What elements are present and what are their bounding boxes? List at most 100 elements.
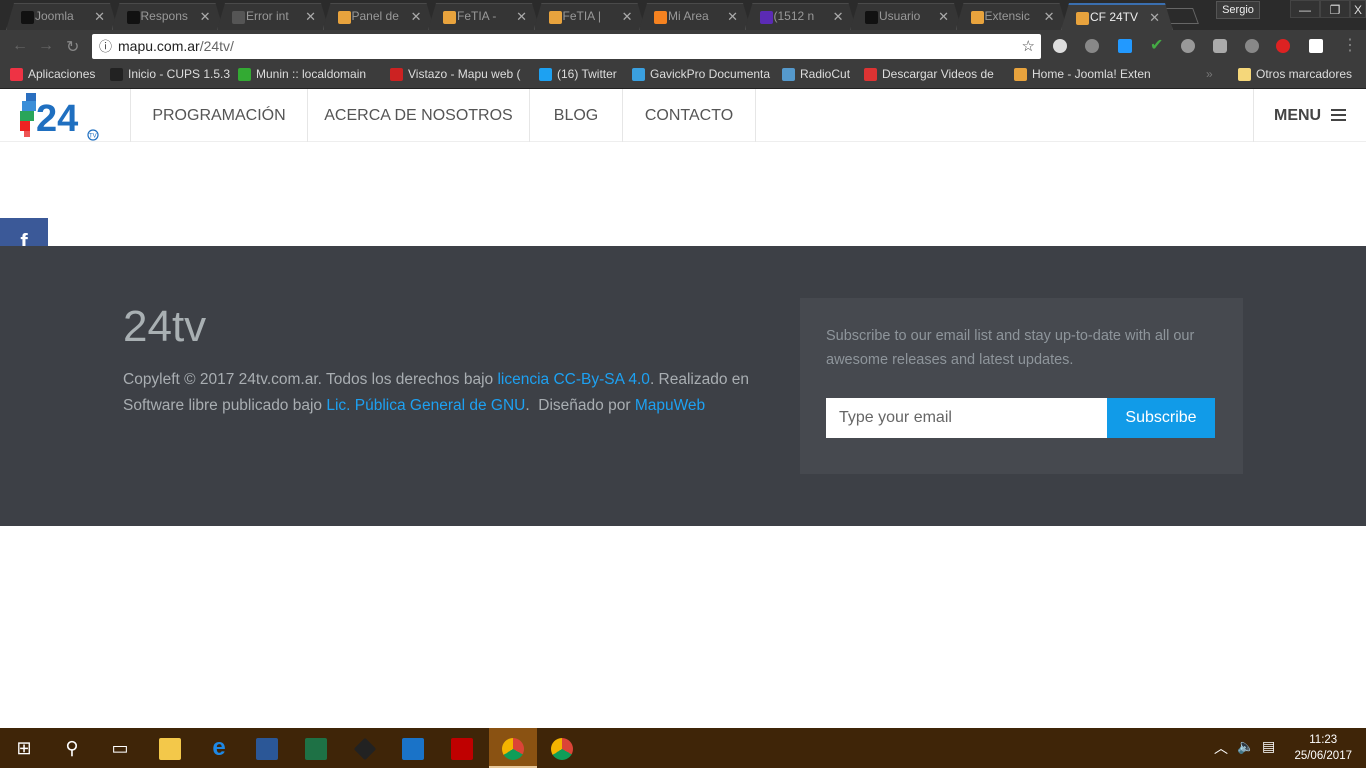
browser-tab[interactable]: FeTIA - ✕ bbox=[428, 3, 540, 30]
bookmark-item[interactable]: GavickPro Documenta bbox=[632, 67, 770, 81]
start-button[interactable]: ⊞ bbox=[0, 728, 48, 768]
url-host: mapu.com.ar bbox=[118, 38, 200, 54]
menu-item-programacion[interactable]: PROGRAMACIÓN bbox=[130, 89, 307, 142]
date: 25/06/2017 bbox=[1294, 750, 1352, 762]
pinterest-icon[interactable] bbox=[1276, 39, 1290, 53]
taskbar-chrome[interactable] bbox=[489, 728, 537, 768]
clock[interactable]: 11:23 25/06/2017 bbox=[1294, 732, 1352, 764]
profile-button[interactable]: Sergio bbox=[1216, 1, 1260, 19]
bookmark-star-icon[interactable]: ☆ bbox=[1022, 34, 1035, 59]
bookmarks-overflow[interactable]: » bbox=[1206, 67, 1213, 81]
back-icon[interactable]: ← bbox=[12, 37, 28, 55]
browser-toolbar: ← → ↻ ⓘ mapu.com.ar/24tv/ ☆ ✔ ⋮ bbox=[0, 30, 1366, 62]
menu-item-blog[interactable]: BLOG bbox=[529, 89, 622, 142]
taskbar-excel[interactable] bbox=[292, 728, 340, 768]
browser-tab[interactable]: Respons ✕ bbox=[112, 3, 224, 30]
bookmark-item[interactable]: Descargar Videos de bbox=[864, 67, 994, 81]
task-view-button[interactable]: ▭ bbox=[96, 728, 144, 768]
browser-tab[interactable]: Mi Area ✕ bbox=[639, 3, 751, 30]
close-tab-icon[interactable]: ✕ bbox=[305, 4, 316, 29]
subscribe-button[interactable]: Subscribe bbox=[1107, 398, 1215, 438]
site-logo[interactable]: 24 TV bbox=[18, 91, 102, 141]
bookmark-item[interactable]: Vistazo - Mapu web ( bbox=[390, 67, 521, 81]
close-tab-icon[interactable]: ✕ bbox=[938, 4, 949, 29]
close-tab-icon[interactable]: ✕ bbox=[622, 4, 633, 29]
joomla-dark-icon bbox=[127, 11, 140, 24]
close-tab-icon[interactable]: ✕ bbox=[94, 4, 105, 29]
forward-icon[interactable]: → bbox=[38, 37, 54, 55]
taskbar-photoshop[interactable] bbox=[389, 728, 437, 768]
browser-tab[interactable]: Joomla ✕ bbox=[6, 3, 118, 30]
tray-chevron-icon[interactable]: ︿ bbox=[1214, 738, 1228, 758]
reload-icon[interactable]: ↻ bbox=[66, 37, 79, 57]
close-tab-icon[interactable]: ✕ bbox=[727, 4, 738, 29]
other-bookmarks[interactable]: Otros marcadores bbox=[1238, 67, 1352, 81]
browser-tab[interactable]: (1512 n ✕ bbox=[745, 3, 857, 30]
browser-tab[interactable]: Extensic ✕ bbox=[956, 3, 1068, 30]
close-tab-icon[interactable]: ✕ bbox=[200, 4, 211, 29]
check-extension-icon[interactable]: ✔ bbox=[1150, 35, 1164, 54]
bookmark-item[interactable]: RadioCut bbox=[782, 67, 850, 81]
svg-text:TV: TV bbox=[89, 134, 97, 140]
camera-extension-icon[interactable] bbox=[1213, 39, 1227, 53]
info-icon[interactable]: ⓘ bbox=[99, 34, 112, 59]
extension-icon[interactable] bbox=[1245, 39, 1259, 53]
close-tab-icon[interactable]: ✕ bbox=[411, 4, 422, 29]
search-button[interactable]: ⚲ bbox=[48, 728, 96, 768]
extension-icon[interactable] bbox=[1053, 39, 1067, 53]
bookmark-label: Descargar Videos de bbox=[882, 67, 994, 81]
hamburger-icon bbox=[1331, 109, 1346, 121]
close-tab-icon[interactable]: ✕ bbox=[1149, 5, 1160, 30]
tab-label: Mi Area bbox=[668, 9, 709, 23]
taskbar-filezilla[interactable] bbox=[438, 728, 486, 768]
tab-label: Extensic bbox=[984, 9, 1030, 23]
taskbar: ⊞ ⚲ ▭ e ︿ 🔈 ▤ 11:23 25/06/2017 bbox=[0, 728, 1366, 768]
browser-tab[interactable]: CF 24TV ✕ bbox=[1061, 3, 1173, 30]
address-bar[interactable]: ⓘ mapu.com.ar/24tv/ ☆ bbox=[92, 34, 1041, 59]
bookmark-item[interactable]: Home - Joomla! Exten bbox=[1014, 67, 1151, 81]
close-tab-icon[interactable]: ✕ bbox=[516, 4, 527, 29]
taskbar-file-explorer[interactable] bbox=[146, 728, 194, 768]
taskbar-inkscape[interactable] bbox=[341, 728, 389, 768]
license-link[interactable]: licencia CC-By-SA 4.0 bbox=[497, 371, 649, 388]
extension-icon[interactable] bbox=[1309, 39, 1323, 53]
browser-tab[interactable]: Usuario ✕ bbox=[850, 3, 962, 30]
menu-item-contacto[interactable]: CONTACTO bbox=[622, 89, 756, 142]
extension-icon[interactable] bbox=[1181, 39, 1195, 53]
bookmark-label: Aplicaciones bbox=[28, 67, 96, 81]
url-path: /24tv/ bbox=[199, 38, 234, 54]
bookmark-item[interactable]: (16) Twitter bbox=[539, 67, 617, 81]
taskbar-edge[interactable]: e bbox=[195, 728, 243, 768]
mapuweb-link[interactable]: MapuWeb bbox=[635, 397, 705, 414]
bookmark-item[interactable]: Aplicaciones bbox=[10, 67, 95, 81]
subscribe-text: Subscribe to our email list and stay up-… bbox=[826, 328, 1195, 368]
menu-button[interactable]: MENU bbox=[1253, 89, 1366, 142]
bookmark-item[interactable]: Munin :: localdomain bbox=[238, 67, 366, 81]
gnu-license-link[interactable]: Lic. Pública General de GNU bbox=[326, 397, 525, 414]
close-tab-icon[interactable]: ✕ bbox=[833, 4, 844, 29]
email-input[interactable] bbox=[826, 398, 1107, 438]
bookmark-item[interactable]: Inicio - CUPS 1.5.3 bbox=[110, 67, 230, 81]
menu-item-acerca[interactable]: ACERCA DE NOSOTROS bbox=[307, 89, 529, 142]
notifications-icon[interactable]: ▤ bbox=[1262, 738, 1275, 755]
browser-tab[interactable]: Error int ✕ bbox=[217, 3, 329, 30]
joomla-icon bbox=[549, 11, 562, 24]
bookmark-label: (16) Twitter bbox=[557, 67, 617, 81]
restore-button[interactable]: ❐ bbox=[1320, 0, 1350, 18]
extension-icon[interactable] bbox=[1118, 39, 1132, 53]
close-window-button[interactable]: X bbox=[1350, 0, 1366, 18]
close-tab-icon[interactable]: ✕ bbox=[1044, 4, 1055, 29]
browser-tab[interactable]: FeTIA | ✕ bbox=[534, 3, 646, 30]
extension-icon[interactable] bbox=[1085, 39, 1099, 53]
chrome-menu-icon[interactable]: ⋮ bbox=[1342, 35, 1358, 55]
bookmark-label: Munin :: localdomain bbox=[256, 67, 367, 81]
taskbar-chrome-profile[interactable] bbox=[538, 728, 586, 768]
volume-icon[interactable]: 🔈 bbox=[1237, 738, 1254, 755]
bookmark-favicon-icon bbox=[864, 68, 877, 81]
taskbar-word[interactable] bbox=[243, 728, 291, 768]
site-header: 24 TV PROGRAMACIÓN ACERCA DE NOSOTROS BL… bbox=[0, 89, 1366, 142]
browser-tab[interactable]: Panel de ✕ bbox=[323, 3, 435, 30]
bookmark-favicon-icon bbox=[782, 68, 795, 81]
minimize-button[interactable]: — bbox=[1290, 0, 1320, 18]
tab-label: Respons bbox=[140, 9, 188, 23]
